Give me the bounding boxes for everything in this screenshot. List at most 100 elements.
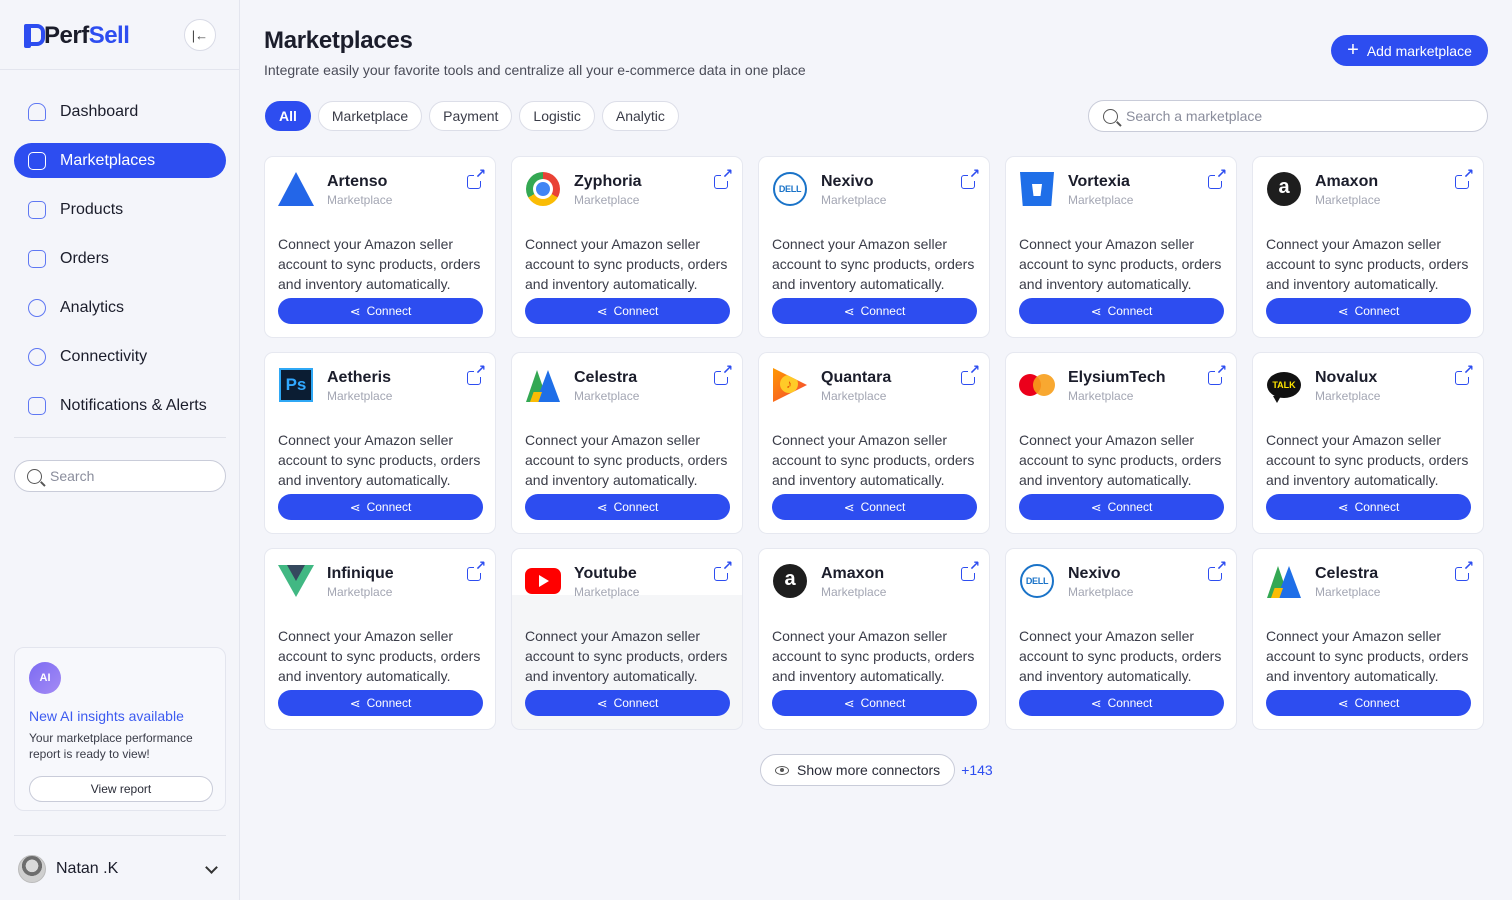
marketplace-search-placeholder: Search a marketplace: [1126, 108, 1263, 124]
chevron-down-icon[interactable]: [205, 860, 218, 874]
user-menu[interactable]: Natan .K: [18, 853, 224, 885]
amazon-logo-icon: a: [772, 563, 808, 599]
show-more-connectors-button[interactable]: Show more connectors: [760, 754, 956, 786]
sidebar-item-marketplaces[interactable]: Marketplaces: [14, 143, 226, 178]
connect-button[interactable]: ⋖ Connect: [1019, 690, 1224, 716]
card-titles: Nexivo Marketplace: [821, 171, 886, 207]
sidebar-item-notifications-alerts[interactable]: Notifications & Alerts: [14, 388, 226, 423]
card-titles: Quantara Marketplace: [821, 367, 891, 403]
card-name: Vortexia: [1068, 173, 1130, 190]
filter-chip-marketplace[interactable]: Marketplace: [317, 101, 423, 131]
external-link-icon[interactable]: [714, 363, 733, 385]
card-type: Marketplace: [821, 585, 887, 599]
sidebar-item-analytics[interactable]: Analytics: [14, 290, 226, 325]
connect-label: Connect: [860, 500, 906, 514]
external-link-icon[interactable]: [961, 559, 980, 581]
marketplace-card[interactable]: Celestra Marketplace Connect your Amazon s…: [511, 352, 743, 534]
card-name: Celestra: [574, 369, 638, 386]
connect-button[interactable]: ⋖ Connect: [1019, 494, 1224, 520]
card-description: Connect your Amazon seller account to sy…: [1266, 432, 1469, 488]
sidebar-search-input[interactable]: Search: [14, 460, 226, 492]
connect-button[interactable]: ⋖ Connect: [772, 690, 977, 716]
marketplace-card[interactable]: a Amaxon Marketplace Connect your Amazon se…: [1252, 156, 1484, 338]
card-titles: Amaxon Marketplace: [1315, 171, 1380, 207]
brand-logo[interactable]: PerfSell: [24, 22, 130, 50]
connect-button[interactable]: ⋖ Connect: [1266, 298, 1471, 324]
external-link-icon[interactable]: [714, 559, 733, 581]
filter-chip-logistic[interactable]: Logistic: [519, 101, 595, 131]
card-name: Zyphoria: [574, 173, 642, 190]
external-link-icon[interactable]: [1455, 167, 1474, 189]
external-link-icon[interactable]: [714, 167, 733, 189]
marketplace-card[interactable]: DELL Nexivo Marketplace Connect your Amazon…: [758, 156, 990, 338]
card-name: Novalux: [1315, 369, 1378, 386]
sidebar-item-orders[interactable]: Orders: [14, 241, 226, 276]
filter-chip-all[interactable]: All: [265, 101, 311, 131]
marketplace-card[interactable]: Quantara Marketplace Connect your Amazon s…: [758, 352, 990, 534]
external-link-icon[interactable]: [467, 363, 486, 385]
connect-button[interactable]: ⋖ Connect: [1266, 690, 1471, 716]
marketplace-card[interactable]: Infinique Marketplace Connect your Amazon …: [264, 548, 496, 730]
card-header: Celestra Marketplace: [525, 367, 729, 407]
connect-label: Connect: [613, 500, 659, 514]
connect-button[interactable]: ⋖ Connect: [525, 494, 730, 520]
external-link-icon[interactable]: [961, 363, 980, 385]
external-link-icon[interactable]: [1208, 167, 1227, 189]
avatar: [18, 855, 46, 883]
filter-chips: All Marketplace Payment Logistic Analytic: [265, 101, 679, 131]
card-header: Ps Aetheris Marketplace: [278, 367, 482, 407]
connect-button[interactable]: ⋖ Connect: [525, 690, 730, 716]
vortexia-logo-icon: [1019, 171, 1055, 207]
marketplace-card[interactable]: DELL Nexivo Marketplace Connect your Amazon…: [1005, 548, 1237, 730]
filter-chip-analytic[interactable]: Analytic: [601, 101, 679, 131]
marketplace-card[interactable]: Zyphoria Marketplace Connect your Amazon s…: [511, 156, 743, 338]
external-link-icon[interactable]: [1455, 363, 1474, 385]
external-link-icon[interactable]: [467, 167, 486, 189]
sidebar-item-dashboard[interactable]: Dashboard: [14, 94, 226, 129]
collapse-sidebar-button[interactable]: |←: [184, 19, 216, 51]
external-link-icon[interactable]: [1208, 559, 1227, 581]
view-report-button[interactable]: View report: [29, 776, 213, 802]
marketplace-card[interactable]: Artenso Marketplace Connect your Amazon se…: [264, 156, 496, 338]
filter-chip-payment[interactable]: Payment: [429, 101, 513, 131]
marketplace-search-input[interactable]: Search a marketplace: [1088, 100, 1488, 132]
connect-button[interactable]: ⋖ Connect: [772, 298, 977, 324]
dell-logo-mark: DELL: [773, 172, 807, 206]
collapse-left-icon: |←: [191, 27, 209, 43]
external-link-icon[interactable]: [1208, 363, 1227, 385]
marketplace-card[interactable]: Ps Aetheris Marketplace Connect your Amazon…: [264, 352, 496, 534]
external-link-icon[interactable]: [467, 559, 486, 581]
connect-button[interactable]: ⋖ Connect: [278, 690, 483, 716]
connect-label: Connect: [1354, 304, 1400, 318]
marketplace-card[interactable]: Celestra Marketplace Connect your Amazon s…: [1252, 548, 1484, 730]
card-type: Marketplace: [327, 193, 393, 207]
external-link-icon[interactable]: [961, 167, 980, 189]
home-icon: [28, 102, 46, 121]
card-name: Amaxon: [821, 565, 885, 582]
sidebar-item-connectivity[interactable]: Connectivity: [14, 339, 226, 374]
marketplace-card[interactable]: ElysiumTech Marketplace Connect your Amazo…: [1005, 352, 1237, 534]
external-link-icon[interactable]: [1455, 559, 1474, 581]
sidebar-item-products[interactable]: Products: [14, 192, 226, 227]
connect-button[interactable]: ⋖ Connect: [525, 298, 730, 324]
marketplace-card[interactable]: Youtube Marketplace Connect your Amazon se…: [511, 548, 743, 730]
marketplace-card[interactable]: a Amaxon Marketplace Connect your Amazon se…: [758, 548, 990, 730]
search-icon: [1103, 108, 1118, 124]
connect-button[interactable]: ⋖ Connect: [278, 494, 483, 520]
connect-button[interactable]: ⋖ Connect: [772, 494, 977, 520]
add-marketplace-button[interactable]: + Add marketplace: [1331, 35, 1488, 66]
share-icon: ⋖: [1337, 499, 1349, 515]
chrome-logo-mark: [526, 172, 560, 206]
connect-button[interactable]: ⋖ Connect: [1019, 298, 1224, 324]
connect-button[interactable]: ⋖ Connect: [1266, 494, 1471, 520]
yt-logo-mark: [525, 568, 561, 594]
card-titles: Aetheris Marketplace: [327, 367, 392, 403]
plus-icon: +: [1347, 38, 1359, 61]
marketplace-card[interactable]: Vortexia Marketplace Connect your Amazon s…: [1005, 156, 1237, 338]
marketplace-card[interactable]: TALK Novalux Marketplace Connect your Amazo…: [1252, 352, 1484, 534]
card-type: Marketplace: [327, 585, 393, 599]
connect-button[interactable]: ⋖ Connect: [278, 298, 483, 324]
card-header: Zyphoria Marketplace: [525, 171, 729, 211]
card-header: DELL Nexivo Marketplace: [772, 171, 976, 211]
cloud-icon: [28, 347, 46, 366]
